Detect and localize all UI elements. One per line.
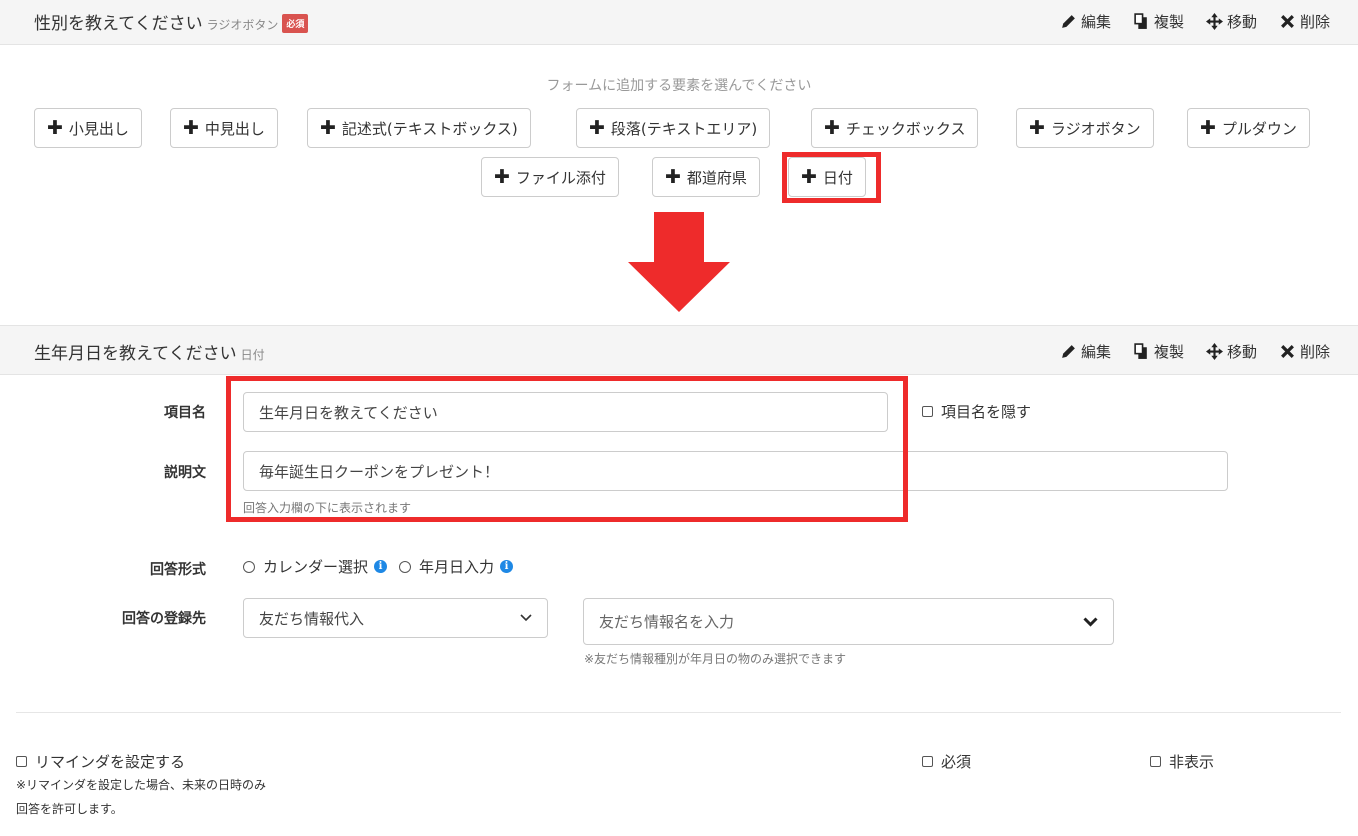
add-pulldown-button[interactable]: ✚ プルダウン [1187,108,1310,148]
add-radio-button[interactable]: ✚ ラジオボタン [1016,108,1154,148]
edit-button[interactable]: 編集 [1060,11,1111,32]
answer-format-radios: カレンダー選択 i 年月日入力 i [243,556,525,577]
plus-icon: ✚ [1029,116,1045,139]
pencil-icon [1062,345,1075,358]
hidden-checkbox[interactable]: 非表示 [1150,751,1214,772]
close-icon [1281,345,1294,358]
reminder-checkbox[interactable]: リマインダを設定する [16,751,185,772]
plus-icon: ✚ [665,165,681,188]
down-arrow-icon [628,212,730,312]
item-title-text: 生年月日を教えてください [34,344,237,364]
add-prefecture-button[interactable]: ✚ 都道府県 [652,157,760,197]
reminder-note-1: ※リマインダを設定した場合、未来の日時のみ [16,778,267,792]
copy-icon [1134,343,1147,359]
fields-highlight [226,376,908,522]
item-title-text: 性別を教えてください [34,14,203,34]
item-header-gender: 性別を教えてください ラジオボタン 必須 編集 複製 移動 削除 [0,0,1358,45]
copy-button[interactable]: 複製 [1133,341,1184,362]
delete-button[interactable]: 削除 [1279,341,1330,362]
required-checkbox[interactable]: 必須 [922,751,971,772]
move-icon [1205,343,1223,360]
info-icon[interactable]: i [500,560,514,573]
move-button[interactable]: 移動 [1205,11,1257,32]
add-medium-heading-button[interactable]: ✚ 中見出し [170,108,278,148]
add-small-heading-button[interactable]: ✚ 小見出し [34,108,142,148]
plus-icon: ✚ [824,116,840,139]
hide-item-name-checkbox[interactable]: 項目名を隠す [922,401,1031,422]
ymd-input-radio[interactable] [399,560,412,573]
pencil-icon [1062,15,1075,28]
chevron-down-icon [520,614,532,622]
description-label: 説明文 [164,465,206,481]
plus-icon: ✚ [320,116,336,139]
plus-icon: ✚ [589,116,605,139]
plus-icon: ✚ [494,165,510,188]
add-textarea-button[interactable]: ✚ 段落(テキストエリア) [576,108,771,148]
item-name-label: 項目名 [164,405,206,421]
item-type-label: 日付 [240,348,265,362]
checkbox-box[interactable] [1150,756,1161,767]
item-type-label: ラジオボタン [206,18,279,32]
item-actions: 編集 複製 移動 削除 [1060,341,1330,362]
calendar-radio[interactable] [243,560,255,573]
chevron-down-icon [1083,616,1098,627]
edit-button[interactable]: 編集 [1060,341,1111,362]
friend-info-help: ※友だち情報種別が年月日の物のみ選択できます [584,652,847,666]
plus-icon: ✚ [183,116,199,139]
move-button[interactable]: 移動 [1205,341,1257,362]
checkbox-box[interactable] [922,756,933,767]
add-checkbox-button[interactable]: ✚ チェックボックス [811,108,979,148]
plus-icon: ✚ [47,116,63,139]
item-title: 性別を教えてください ラジオボタン 必須 [34,9,309,34]
reminder-note-2: 回答を許可します。 [16,802,123,816]
required-badge: 必須 [282,14,309,33]
plus-icon: ✚ [1200,116,1216,139]
divider [16,712,1341,713]
friend-info-select[interactable]: 友だち情報名を入力 [583,598,1114,645]
date-button-highlight [782,152,881,203]
register-select[interactable]: 友だち情報代入 [243,598,548,638]
add-file-button[interactable]: ✚ ファイル添付 [481,157,619,197]
register-label: 回答の登録先 [122,611,206,627]
copy-icon [1134,13,1147,29]
info-icon[interactable]: i [374,560,388,573]
checkbox-box[interactable] [922,406,933,417]
copy-button[interactable]: 複製 [1133,11,1184,32]
delete-button[interactable]: 削除 [1279,11,1330,32]
add-element-hint: フォームに追加する要素を選んでください [546,78,812,94]
move-icon [1205,13,1223,30]
item-header-date: 生年月日を教えてください 日付 編集 複製 移動 削除 [0,325,1358,375]
close-icon [1281,15,1294,28]
item-actions: 編集 複製 移動 削除 [1060,11,1330,32]
add-textbox-button[interactable]: ✚ 記述式(テキストボックス) [307,108,531,148]
checkbox-box[interactable] [16,756,27,767]
item-title: 生年月日を教えてください 日付 [34,339,265,364]
answer-format-label: 回答形式 [150,562,206,578]
